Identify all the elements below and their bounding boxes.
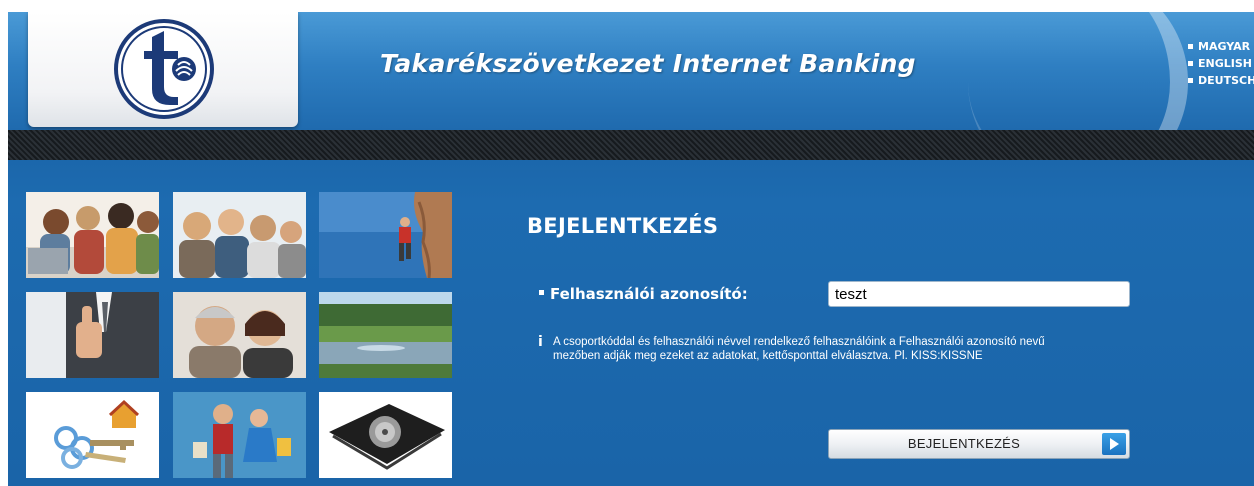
language-menu: MAGYAR ENGLISH DEUTSCH [1188, 38, 1254, 89]
site-title: Takarékszövetkezet Internet Banking [380, 49, 916, 78]
young-people-photo [173, 192, 306, 278]
language-link-english[interactable]: ENGLISH [1188, 55, 1254, 72]
logo-panel[interactable] [28, 12, 298, 127]
page-frame: Takarékszövetkezet Internet Banking MAGY… [8, 12, 1254, 486]
login-title: BEJELENTKEZÉS [527, 214, 719, 238]
username-label: Felhasználói azonosító: [539, 285, 748, 303]
login-button[interactable]: BEJELENTKEZÉS [828, 429, 1130, 459]
info-icon: i [538, 334, 543, 350]
thumbs-up-businessman-photo [26, 292, 159, 378]
language-link-deutsch[interactable]: DEUTSCH [1188, 72, 1254, 89]
bullet-icon [1188, 60, 1193, 66]
info-text: A csoportkóddal és felhasználói névvel r… [553, 336, 1045, 362]
students-laptop-photo [26, 192, 159, 278]
bullet-icon [1188, 43, 1193, 49]
arrow-right-icon [1102, 433, 1126, 455]
username-input[interactable] [828, 281, 1130, 307]
takarekszovetkezet-logo [114, 19, 214, 119]
header-swoosh-decoration [968, 12, 1188, 130]
header-banner: Takarékszövetkezet Internet Banking MAGY… [8, 12, 1254, 130]
wallet-safe-photo [319, 392, 452, 478]
language-label: ENGLISH [1198, 57, 1252, 70]
language-label: DEUTSCH [1198, 74, 1254, 87]
username-label-text: Felhasználói azonosító: [550, 285, 748, 303]
bullet-icon [539, 290, 544, 295]
senior-couple-phone-photo [173, 292, 306, 378]
login-button-label: BEJELENTKEZÉS [907, 436, 1021, 451]
rock-climber-photo [319, 192, 452, 278]
header-stripe-divider [8, 130, 1254, 160]
language-label: MAGYAR [1198, 40, 1251, 53]
lake-landscape-photo [319, 292, 452, 378]
language-link-magyar[interactable]: MAGYAR [1188, 38, 1254, 55]
bullet-icon [1188, 77, 1193, 83]
keys-house-photo [26, 392, 159, 478]
couple-shopping-photo [173, 392, 306, 478]
